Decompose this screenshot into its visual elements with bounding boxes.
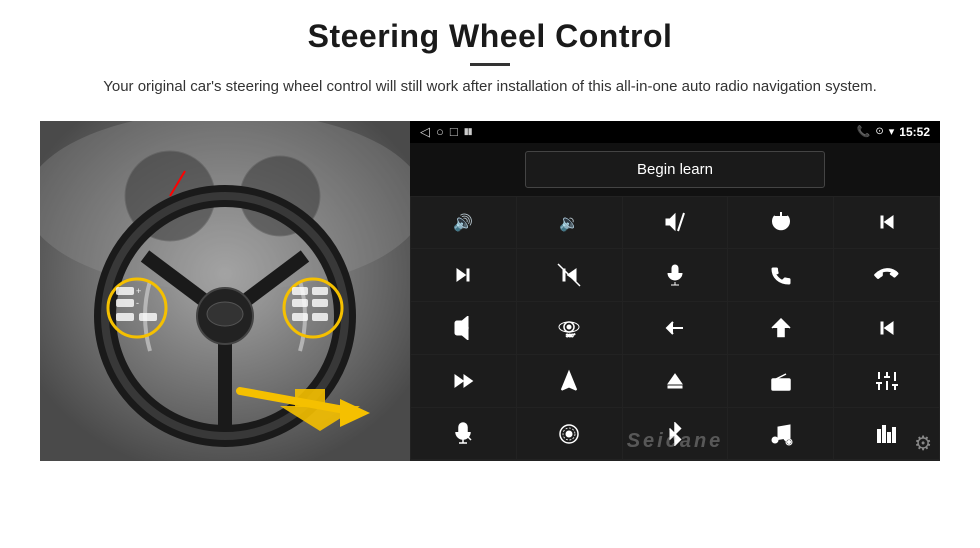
mute-button[interactable] [623, 197, 728, 249]
horn-button[interactable] [411, 302, 516, 354]
controls-grid: 🔊 🔉 [410, 196, 940, 461]
svg-text:360°: 360° [566, 333, 576, 338]
svg-text:-: - [136, 298, 139, 308]
gear-icon[interactable]: ⚙ [914, 431, 932, 456]
skip-fwd-button[interactable] [411, 249, 516, 301]
home-nav-icon[interactable]: ○ [436, 124, 444, 139]
svg-text:🔉: 🔉 [559, 215, 579, 232]
settings-round-button[interactable] [517, 408, 622, 460]
begin-learn-row: Begin learn [410, 143, 940, 196]
360-camera-button[interactable]: 360° [517, 302, 622, 354]
page-wrapper: Steering Wheel Control Your original car… [0, 0, 980, 548]
home-button[interactable] [728, 302, 833, 354]
android-statusbar: ◁ ○ □ ▮▮ 📞 ⊙ ▾ 15:52 [410, 121, 940, 143]
android-screen: ◁ ○ □ ▮▮ 📞 ⊙ ▾ 15:52 Begin learn [410, 121, 940, 461]
hang-up-button[interactable] [834, 249, 939, 301]
back-nav-icon[interactable]: ◁ [420, 124, 430, 140]
prev-track-end-button[interactable] [834, 197, 939, 249]
bluetooth-button[interactable] [623, 408, 728, 460]
equalizer-button[interactable] [834, 355, 939, 407]
statusbar-right: 📞 ⊙ ▾ 15:52 [857, 125, 930, 139]
title-divider [470, 63, 510, 66]
svg-text:+: + [136, 286, 141, 296]
location-icon: ⊙ [875, 126, 883, 137]
navigation-button[interactable] [517, 355, 622, 407]
skip-prev-button[interactable] [517, 249, 622, 301]
music-button[interactable] [728, 408, 833, 460]
wifi-icon: ▾ [889, 125, 895, 138]
statusbar-left: ◁ ○ □ ▮▮ [420, 124, 472, 140]
recents-nav-icon[interactable]: □ [450, 124, 458, 139]
steering-wheel-image: + - [40, 121, 410, 461]
subtitle: Your original car's steering wheel contr… [100, 76, 880, 99]
phone-icon: 📞 [857, 125, 871, 138]
radio-button[interactable] [728, 355, 833, 407]
mic-button[interactable] [623, 249, 728, 301]
content-row: + - [40, 121, 940, 461]
back-button[interactable] [623, 302, 728, 354]
time-display: 15:52 [899, 125, 930, 139]
power-button[interactable] [728, 197, 833, 249]
begin-learn-button[interactable]: Begin learn [525, 151, 825, 188]
svg-text:🔊: 🔊 [453, 213, 473, 232]
title-section: Steering Wheel Control Your original car… [40, 18, 940, 113]
mic2-button[interactable] [411, 408, 516, 460]
vol-down-button[interactable]: 🔉 [517, 197, 622, 249]
eject-button[interactable] [623, 355, 728, 407]
vol-up-button[interactable]: 🔊 [411, 197, 516, 249]
skip-back-button[interactable] [834, 302, 939, 354]
signal-icon: ▮▮ [464, 126, 472, 137]
page-title: Steering Wheel Control [40, 18, 940, 55]
fast-fwd-button[interactable] [411, 355, 516, 407]
phone-call-button[interactable] [728, 249, 833, 301]
